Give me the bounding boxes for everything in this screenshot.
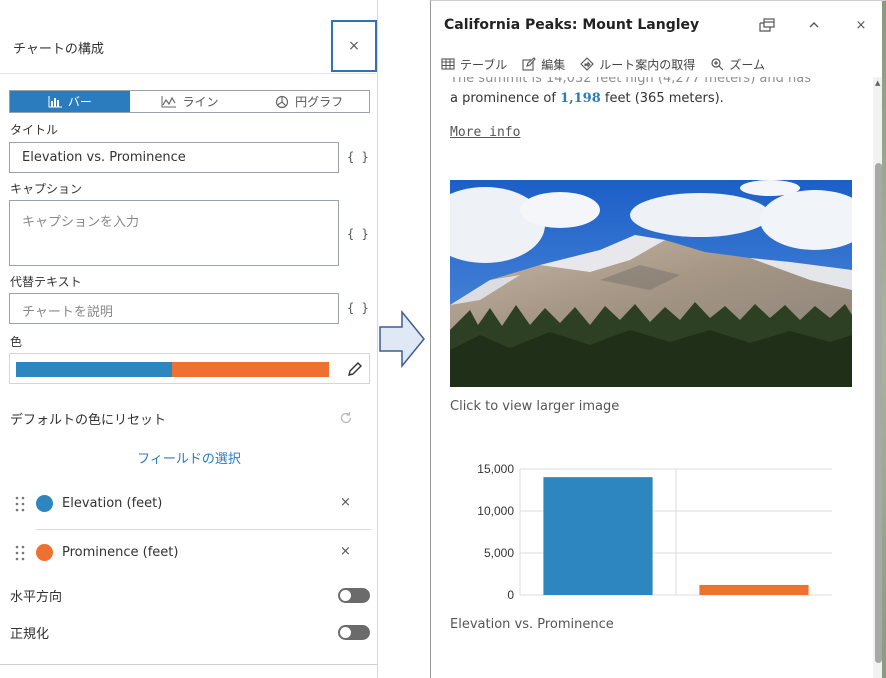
alt-text-placeholder: チャートを説明 [22, 305, 113, 320]
toolbar-label: テーブル [460, 57, 508, 72]
field-label: Prominence (feet) [62, 545, 179, 560]
zoom-action[interactable]: ズーム [710, 56, 765, 73]
drag-handle-icon[interactable] [15, 545, 25, 561]
alt-text-input[interactable]: チャートを説明 [9, 293, 339, 324]
reset-colors-label: デフォルトの色にリセット [10, 413, 167, 428]
description-suffix: feet (365 meters). [600, 91, 724, 106]
toolbar-label: 編集 [541, 57, 566, 72]
drag-handle-icon[interactable] [15, 496, 25, 512]
directions-icon [580, 57, 595, 71]
divider [0, 664, 378, 665]
alt-text-label: 代替テキスト [10, 275, 82, 289]
more-info-link[interactable]: More info [450, 125, 520, 140]
popup-close-button[interactable]: × [851, 15, 871, 35]
line-chart-icon [161, 95, 176, 107]
popup-toolbar: テーブル 編集 ルート案内の取得 ズーム [431, 51, 883, 77]
color-ramp-picker[interactable] [9, 353, 370, 384]
description-prefix: a prominence of [450, 91, 561, 106]
select-fields-link[interactable]: フィールドの選択 [0, 448, 378, 467]
popup-content: The summit is 14,032 feet high (4,277 me… [431, 77, 873, 678]
caption-placeholder: キャプションを入力 [22, 215, 140, 230]
series-color-dot [36, 495, 53, 512]
mountain-photo[interactable] [450, 180, 852, 387]
collapse-button[interactable] [804, 15, 824, 35]
chevron-up-icon [809, 22, 819, 28]
edit-action[interactable]: 編集 [522, 56, 565, 73]
chart-caption: Elevation vs. Prominence [450, 617, 614, 632]
edit-icon [522, 57, 537, 71]
caption-label: キャプション [10, 182, 83, 196]
reset-icon[interactable] [337, 409, 355, 427]
normalize-label: 正規化 [10, 627, 50, 642]
dock-button[interactable] [757, 15, 777, 35]
bar-0 [543, 477, 653, 595]
dock-icon [759, 18, 775, 32]
color-swatch-prominence [172, 362, 329, 377]
remove-field-button[interactable]: × [340, 544, 351, 559]
divider [36, 529, 371, 530]
chart-type-label: バー [67, 95, 92, 109]
title-expression-button[interactable]: { } [347, 150, 369, 164]
chart-config-panel: チャートの構成 × バー ライン 円グラフ タイトル Elevation vs.… [0, 0, 378, 678]
color-swatch-elevation [16, 362, 172, 377]
color-label: 色 [10, 335, 23, 349]
y-tick-label: 5,000 [484, 546, 514, 560]
remove-field-button[interactable]: × [340, 495, 351, 510]
title-input[interactable]: Elevation vs. Prominence [9, 142, 339, 173]
alt-text-expression-button[interactable]: { } [347, 301, 369, 315]
caption-expression-button[interactable]: { } [347, 227, 369, 241]
image-caption: Click to view larger image [450, 399, 620, 414]
horizontal-label: 水平方向 [10, 590, 63, 605]
title-label: タイトル [10, 123, 59, 137]
panel-title: チャートの構成 [13, 42, 104, 57]
description-line: a prominence of 1,198 feet (365 meters). [450, 91, 724, 106]
caption-textarea[interactable]: キャプションを入力 [9, 200, 339, 266]
popup-window: California Peaks: Mount Langley × テーブル 編… [430, 0, 886, 678]
table-action[interactable]: テーブル [441, 56, 507, 73]
toolbar-label: ズーム [729, 57, 765, 72]
scrollbar-thumb[interactable] [875, 163, 882, 663]
description-line: The summit is 14,032 feet high (4,277 me… [450, 77, 811, 86]
popup-title: California Peaks: Mount Langley [444, 17, 700, 33]
close-icon: × [855, 17, 867, 33]
field-label: Elevation (feet) [62, 496, 163, 511]
normalize-toggle[interactable] [338, 625, 370, 640]
close-button[interactable]: × [331, 20, 377, 72]
y-tick-label: 0 [507, 588, 514, 602]
horizontal-toggle[interactable] [338, 588, 370, 603]
chart-type-label: 円グラフ [295, 95, 344, 109]
chart-type-selector: バー ライン 円グラフ [9, 90, 370, 113]
right-arrow-icon [379, 310, 425, 368]
field-row-elevation[interactable]: Elevation (feet) × [0, 488, 378, 520]
chart-type-bar[interactable]: バー [10, 91, 130, 112]
chart-type-pie[interactable]: 円グラフ [249, 91, 369, 112]
panel-header: チャートの構成 × [0, 18, 378, 74]
scroll-up-icon[interactable]: ▲ [875, 79, 880, 87]
y-tick-label: 10,000 [477, 504, 514, 518]
pie-chart-icon [276, 95, 289, 108]
y-tick-label: 15,000 [477, 462, 514, 476]
bar-chart: 15,000 10,000 5,000 0 [477, 462, 832, 602]
prominence-value: 1,198 [560, 91, 601, 106]
directions-action[interactable]: ルート案内の取得 [580, 56, 695, 73]
bar-1 [699, 584, 809, 595]
chart-type-label: ライン [182, 95, 219, 109]
field-row-prominence[interactable]: Prominence (feet) × [0, 537, 378, 569]
chart-type-line[interactable]: ライン [130, 91, 250, 112]
map-background-strip [882, 1, 886, 678]
zoom-icon [711, 58, 724, 71]
series-color-dot [36, 544, 53, 561]
close-icon: × [348, 38, 360, 54]
bar-chart-icon [48, 95, 62, 107]
toolbar-label: ルート案内の取得 [599, 57, 696, 72]
table-icon [441, 58, 455, 70]
pencil-icon[interactable] [346, 360, 364, 378]
